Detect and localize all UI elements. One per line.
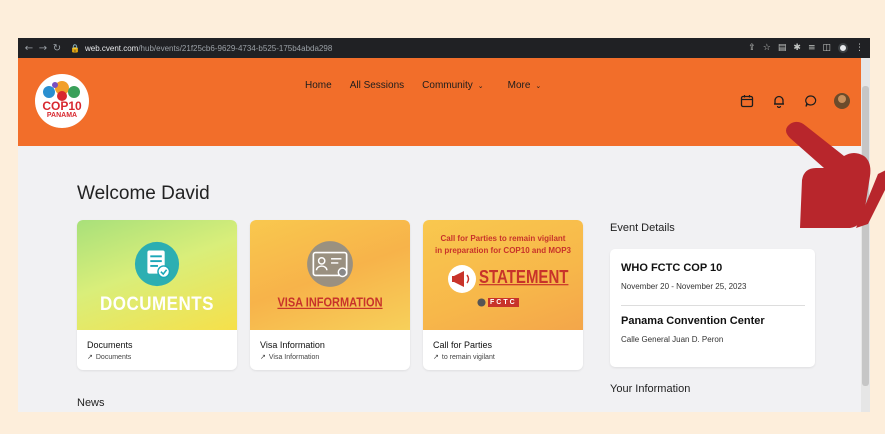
news-heading: News [77,397,105,409]
who-emblem-icon [477,298,486,307]
external-link-icon: ↗ [260,353,266,361]
browser-window: ← → ↻ 🔒 web.cvent.com /hub/events/21f25c… [18,38,870,412]
header-actions [740,93,850,109]
visa-card-link[interactable]: ↗ Visa Information [260,353,319,361]
kebab-menu-icon[interactable]: ⋮ [855,43,864,53]
document-check-icon [134,241,180,287]
documents-card-image-text: DOCUMENTS [99,292,215,315]
calendar-icon[interactable] [740,94,754,108]
documents-card-link-text: Documents [95,353,132,361]
documents-card[interactable]: DOCUMENTS Documents ↗ Documents [77,220,237,370]
url-path: /hub/events/21f25cb6-9629-4734-b525-175b… [138,43,333,53]
back-icon[interactable]: ← [22,43,36,54]
visa-card-title: Visa Information [260,340,325,350]
nav-community[interactable]: Community ⌄ [422,80,483,91]
nav-more-label: More [507,80,531,91]
lock-icon: 🔒 [70,43,80,53]
statement-image-line-2: in preparation for COP10 and MOP3 [434,246,572,255]
chat-icon[interactable] [804,94,818,108]
visa-card-link-text: Visa Information [268,353,320,361]
documents-card-image: DOCUMENTS [77,220,237,330]
call-card-link[interactable]: ↗ to remain vigilant [433,353,495,361]
cop10-logo[interactable]: COP10 PANAMA [35,74,89,128]
pointing-hand-icon [786,121,885,228]
profile-icon[interactable] [838,43,848,53]
main-nav: Home All Sessions Community ⌄ More ⌄ [305,80,559,91]
split-view-icon[interactable]: ◫ [822,43,831,53]
document-icon[interactable]: ▤ [778,43,787,53]
star-icon[interactable]: ☆ [763,43,771,53]
forward-icon[interactable]: → [36,43,50,54]
logo-subtext: PANAMA [46,112,78,119]
event-details-card: WHO FCTC COP 10 November 20 - November 2… [610,249,815,367]
reload-icon[interactable]: ↻ [50,43,64,54]
nav-all-sessions-label: All Sessions [349,80,405,91]
event-title: WHO FCTC COP 10 [621,262,723,274]
visa-information-card[interactable]: VISA INFORMATION Visa Information ↗ Visa… [250,220,410,370]
nav-all-sessions[interactable]: All Sessions [350,80,404,91]
bell-icon[interactable] [772,94,786,108]
visa-card-image-text: VISA INFORMATION [277,295,383,311]
url-domain: web.cvent.com [84,43,139,53]
site-header: COP10 PANAMA Home All Sessions Community… [18,58,870,146]
event-address: Calle General Juan D. Peron [621,335,724,344]
address-bar[interactable]: 🔒 web.cvent.com /hub/events/21f25cb6-962… [70,41,332,55]
nav-home-label: Home [305,80,332,91]
visa-card-image: VISA INFORMATION [250,220,410,330]
call-card-link-text: to remain vigilant [441,353,495,361]
nav-more[interactable]: More ⌄ [508,80,542,91]
share-icon[interactable]: ⇪ [748,43,756,53]
logo-text: COP10 [42,99,82,113]
fctc-badge-text: FCTC [488,298,519,307]
documents-card-title: Documents [87,340,133,350]
chevron-down-icon: ⌄ [477,81,484,90]
statement-image-line-1: Call for Parties to remain vigilant [440,234,566,243]
nav-community-label: Community [422,80,473,91]
statement-image-text: STATEMENT [479,267,569,288]
external-link-icon: ↗ [87,353,93,361]
divider [621,305,805,306]
fctc-badge: FCTC [477,298,519,307]
external-link-icon: ↗ [433,353,439,361]
call-for-parties-card[interactable]: Call for Parties to remain vigilant in p… [423,220,583,370]
chevron-down-icon: ⌄ [535,81,542,90]
id-card-icon [307,241,353,287]
nav-home[interactable]: Home [305,80,332,91]
welcome-heading: Welcome David [77,183,210,204]
megaphone-icon [448,265,476,293]
extensions-icon[interactable]: ✱ [793,43,801,53]
documents-card-link[interactable]: ↗ Documents [87,353,131,361]
avatar[interactable] [834,93,850,109]
call-card-title: Call for Parties [433,340,493,350]
event-venue: Panama Convention Center [621,315,765,327]
playlist-icon[interactable]: ≡ [808,43,816,53]
browser-actions: ⇪ ☆ ▤ ✱ ≡ ◫ ⋮ [748,38,864,58]
event-details-heading: Event Details [610,222,675,234]
statement-card-image: Call for Parties to remain vigilant in p… [423,220,583,330]
your-information-heading: Your Information [610,383,691,395]
event-dates: November 20 - November 25, 2023 [621,282,747,291]
browser-toolbar: ← → ↻ 🔒 web.cvent.com /hub/events/21f25c… [18,38,870,58]
